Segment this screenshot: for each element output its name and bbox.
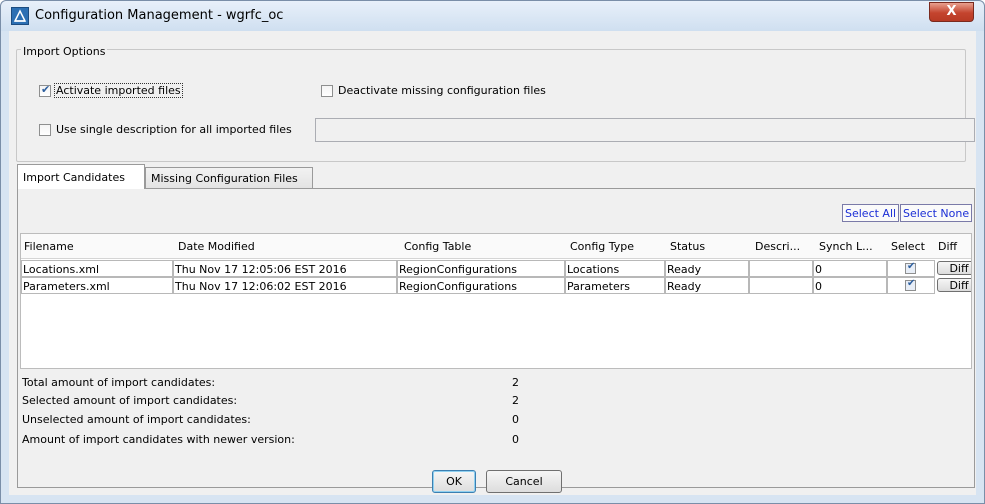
cell-synch-level[interactable]: 0	[813, 277, 887, 294]
window-title: Configuration Management - wgrfc_oc	[35, 8, 284, 23]
cell-description[interactable]	[749, 277, 813, 294]
column-header-diff[interactable]: Diff	[938, 240, 957, 253]
activate-imported-checkbox[interactable]	[39, 83, 51, 97]
table-header: Filename Date Modified Config Table Conf…	[21, 234, 971, 259]
column-header-config-type[interactable]: Config Type	[570, 240, 634, 253]
tab-strip: Import Candidates Missing Configuration …	[17, 164, 975, 189]
cell-diff: Diff	[935, 260, 971, 277]
dialog-body: Import Options Activate imported files D…	[9, 31, 976, 495]
single-description-label[interactable]: Use single description for all imported …	[56, 123, 292, 136]
title-bar[interactable]: Configuration Management - wgrfc_oc X	[1, 1, 984, 31]
import-candidates-table: Filename Date Modified Config Table Conf…	[20, 233, 972, 369]
select-none-button[interactable]: Select None	[900, 204, 973, 222]
select-checkbox[interactable]	[905, 261, 916, 274]
stat-newer-label: Amount of import candidates with newer v…	[22, 433, 295, 446]
select-all-button[interactable]: Select All	[842, 204, 900, 222]
deactivate-missing-checkbox[interactable]	[321, 85, 333, 97]
description-input[interactable]	[315, 118, 975, 142]
close-button[interactable]: X	[929, 2, 974, 22]
close-icon: X	[946, 4, 957, 19]
column-header-filename[interactable]: Filename	[24, 240, 74, 253]
cell-config-type[interactable]: Parameters	[565, 277, 665, 294]
ok-button[interactable]: OK	[432, 470, 476, 493]
column-header-config-table[interactable]: Config Table	[404, 240, 471, 253]
stat-total-value: 2	[512, 376, 519, 389]
column-header-select[interactable]: Select	[891, 240, 925, 253]
table-row[interactable]: Parameters.xml Thu Nov 17 12:06:02 EST 2…	[21, 277, 971, 294]
stat-newer-value: 0	[512, 433, 519, 446]
stat-unselected-label: Unselected amount of import candidates:	[22, 413, 251, 426]
single-description-checkbox[interactable]	[39, 124, 51, 136]
tab-import-candidates[interactable]: Import Candidates	[17, 164, 145, 189]
column-header-synch-level[interactable]: Synch L...	[819, 240, 873, 253]
import-options-group	[16, 49, 966, 162]
cell-select[interactable]	[887, 277, 935, 294]
configuration-management-window: Configuration Management - wgrfc_oc X Im…	[0, 0, 985, 504]
cell-date-modified[interactable]: Thu Nov 17 12:05:06 EST 2016	[173, 260, 397, 277]
cell-status[interactable]: Ready	[665, 260, 749, 277]
cell-select[interactable]	[887, 260, 935, 277]
app-icon	[11, 7, 29, 25]
cell-config-table[interactable]: RegionConfigurations	[397, 260, 565, 277]
tab-missing-configuration-files[interactable]: Missing Configuration Files	[145, 167, 313, 188]
cell-filename[interactable]: Parameters.xml	[21, 277, 173, 294]
stat-unselected-value: 0	[512, 413, 519, 426]
cell-config-type[interactable]: Locations	[565, 260, 665, 277]
stat-selected-value: 2	[512, 394, 519, 407]
stat-selected-label: Selected amount of import candidates:	[22, 394, 238, 407]
cell-synch-level[interactable]: 0	[813, 260, 887, 277]
column-header-description[interactable]: Descri...	[755, 240, 800, 253]
import-options-title: Import Options	[21, 45, 108, 58]
deactivate-missing-label[interactable]: Deactivate missing configuration files	[338, 84, 546, 97]
cancel-button[interactable]: Cancel	[486, 470, 562, 493]
select-checkbox[interactable]	[905, 278, 916, 291]
table-row[interactable]: Locations.xml Thu Nov 17 12:05:06 EST 20…	[21, 260, 971, 277]
cell-config-table[interactable]: RegionConfigurations	[397, 277, 565, 294]
import-candidates-panel: Select All Select None Filename Date Mod…	[17, 188, 975, 488]
cell-date-modified[interactable]: Thu Nov 17 12:06:02 EST 2016	[173, 277, 397, 294]
cell-description[interactable]	[749, 260, 813, 277]
cell-diff: Diff	[935, 277, 971, 294]
column-header-status[interactable]: Status	[670, 240, 705, 253]
diff-button[interactable]: Diff	[937, 278, 971, 292]
cell-filename[interactable]: Locations.xml	[21, 260, 173, 277]
stat-total-label: Total amount of import candidates:	[22, 376, 216, 389]
activate-imported-label[interactable]: Activate imported files	[54, 83, 183, 98]
cell-status[interactable]: Ready	[665, 277, 749, 294]
column-header-date-modified[interactable]: Date Modified	[178, 240, 255, 253]
diff-button[interactable]: Diff	[937, 261, 971, 275]
